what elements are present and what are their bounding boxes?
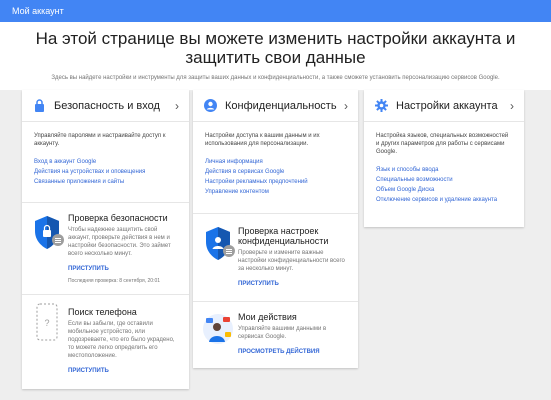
link-accessibility[interactable]: Специальные возможности xyxy=(376,176,512,185)
privacy-checkup-body: Проверка настроек конфиденциальности Про… xyxy=(238,226,350,287)
my-activity-title: Мои действия xyxy=(238,312,297,322)
account-settings-card: Настройки аккаунта › Настройка языков, с… xyxy=(364,90,524,227)
link-ad-settings[interactable]: Настройки рекламных предпочтений xyxy=(205,178,346,187)
page-subtitle: Здесь вы найдете настройки и инструменты… xyxy=(51,75,500,81)
top-app-bar: Мой аккаунт xyxy=(0,0,551,22)
find-phone-text: Если вы забыли, где оставили мобильное у… xyxy=(68,321,175,359)
security-links: Вход в аккаунт Google Действия на устрой… xyxy=(22,148,189,187)
svg-text:?: ? xyxy=(44,318,49,328)
chevron-right-icon: › xyxy=(510,98,514,113)
hero-banner: На этой странице вы можете изменить наст… xyxy=(0,22,551,90)
security-checkup-title: Проверка безопасности xyxy=(68,213,168,223)
find-phone-title: Поиск телефона xyxy=(68,307,137,317)
shield-illustration xyxy=(34,215,64,256)
last-check-note: Последняя проверка: 8 сентября, 20:01 xyxy=(68,278,161,284)
privacy-card: Конфиденциальность › Настройки доступа к… xyxy=(193,90,358,368)
view-activity-button[interactable]: ПРОСМОТРЕТЬ ДЕЙСТВИЯ xyxy=(238,349,350,355)
security-checkup-start-button[interactable]: ПРИСТУПИТЬ xyxy=(68,266,180,272)
phone-illustration: ? xyxy=(36,303,58,346)
link-delete-services[interactable]: Отключение сервисов и удаление аккаунта xyxy=(376,196,512,205)
link-google-activity[interactable]: Действия в сервисах Google xyxy=(205,168,346,177)
privacy-checkup-title: Проверка настроек конфиденциальности xyxy=(238,226,329,246)
security-checkup-section: Проверка безопасности Чтобы надежнее защ… xyxy=(22,202,189,294)
link-drive-storage[interactable]: Объем Google Диска xyxy=(376,186,512,195)
activity-illustration xyxy=(201,312,235,351)
account-settings-links: Язык и способы ввода Специальные возможн… xyxy=(364,156,524,205)
lock-icon xyxy=(32,99,46,113)
my-activity-text: Управляйте вашими данными в сервисах Goo… xyxy=(238,326,327,340)
security-checkup-body: Проверка безопасности Чтобы надежнее защ… xyxy=(68,213,180,284)
person-icon xyxy=(203,99,217,113)
security-card: Безопасность и вход › Управляйте паролям… xyxy=(22,90,189,389)
chevron-right-icon: › xyxy=(175,98,179,113)
my-activity-body: Мои действия Управляйте вашими данными в… xyxy=(238,312,350,355)
privacy-card-title: Конфиденциальность xyxy=(225,99,337,112)
account-settings-card-header[interactable]: Настройки аккаунта › xyxy=(364,90,524,122)
security-card-description: Управляйте паролями и настраивайте досту… xyxy=(34,133,166,147)
account-settings-card-title: Настройки аккаунта xyxy=(396,99,498,112)
my-activity-section: Мои действия Управляйте вашими данными в… xyxy=(193,301,358,368)
privacy-card-description: Настройки доступа к вашим данным и их ис… xyxy=(205,133,320,147)
privacy-checkup-start-button[interactable]: ПРИСТУПИТЬ xyxy=(238,281,350,287)
security-card-title: Безопасность и вход xyxy=(54,99,160,112)
privacy-checkup-section: Проверка настроек конфиденциальности Про… xyxy=(193,213,358,301)
find-phone-section: ? Поиск телефона Если вы забыли, где ост… xyxy=(22,294,189,389)
page-title: На этой странице вы можете изменить наст… xyxy=(35,29,516,67)
gear-icon xyxy=(374,99,388,113)
link-personal-info[interactable]: Личная информация xyxy=(205,158,346,167)
privacy-checkup-text: Проверьте и измените важные настройки ко… xyxy=(238,250,345,272)
account-settings-description: Настройка языков, специальных возможност… xyxy=(376,133,509,155)
privacy-card-header[interactable]: Конфиденциальность › xyxy=(193,90,358,122)
link-language-input[interactable]: Язык и способы ввода xyxy=(376,166,512,175)
privacy-links: Личная информация Действия в сервисах Go… xyxy=(193,148,358,197)
find-phone-body: Поиск телефона Если вы забыли, где остав… xyxy=(68,307,180,374)
privacy-shield-illustration xyxy=(205,226,235,267)
link-content-control[interactable]: Управление контентом xyxy=(205,188,346,197)
link-sign-in[interactable]: Вход в аккаунт Google xyxy=(34,158,177,167)
link-connected-apps[interactable]: Связанные приложения и сайты xyxy=(34,178,177,187)
find-phone-start-button[interactable]: ПРИСТУПИТЬ xyxy=(68,368,180,374)
security-checkup-text: Чтобы надежнее защитить свой аккаунт, пр… xyxy=(68,227,171,257)
chevron-right-icon: › xyxy=(344,98,348,113)
app-title[interactable]: Мой аккаунт xyxy=(12,6,64,16)
link-device-activity[interactable]: Действия на устройствах и оповещения xyxy=(34,168,177,177)
security-card-header[interactable]: Безопасность и вход › xyxy=(22,90,189,122)
